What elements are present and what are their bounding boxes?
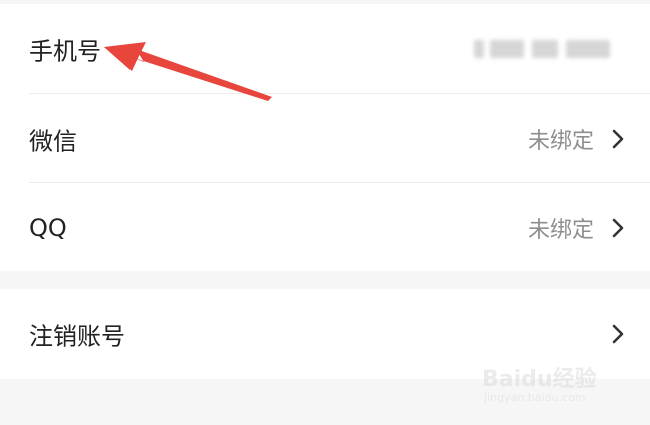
qq-status: 未绑定 (527, 217, 594, 243)
phone-number-masked (474, 39, 614, 58)
wechat-status: 未绑定 (527, 128, 594, 154)
phone-label: 手机号 (29, 37, 101, 65)
chevron-right-icon (612, 324, 624, 344)
phone-row[interactable]: 手机号 (0, 4, 650, 93)
watermark-logo: Baidu经验 (482, 367, 597, 392)
baidu-jingyan-watermark: Baidu经验 jingyan.baidu.com (482, 361, 612, 411)
cancel-account-label: 注销账号 (29, 322, 125, 351)
qq-row[interactable]: QQ 未绑定 (0, 183, 650, 272)
account-settings-screen: 手机号 微信 未绑定 QQ 未绑定 注销账号 Baidu经验 jingyan.b… (0, 0, 650, 425)
wechat-row[interactable]: 微信 未绑定 (0, 94, 650, 183)
chevron-right-icon (612, 218, 624, 237)
wechat-label: 微信 (29, 127, 77, 155)
account-binding-card: 手机号 微信 未绑定 QQ 未绑定 (0, 4, 650, 271)
chevron-right-icon (612, 129, 624, 148)
qq-label: QQ (29, 213, 67, 242)
watermark-url: jingyan.baidu.com (484, 391, 586, 404)
